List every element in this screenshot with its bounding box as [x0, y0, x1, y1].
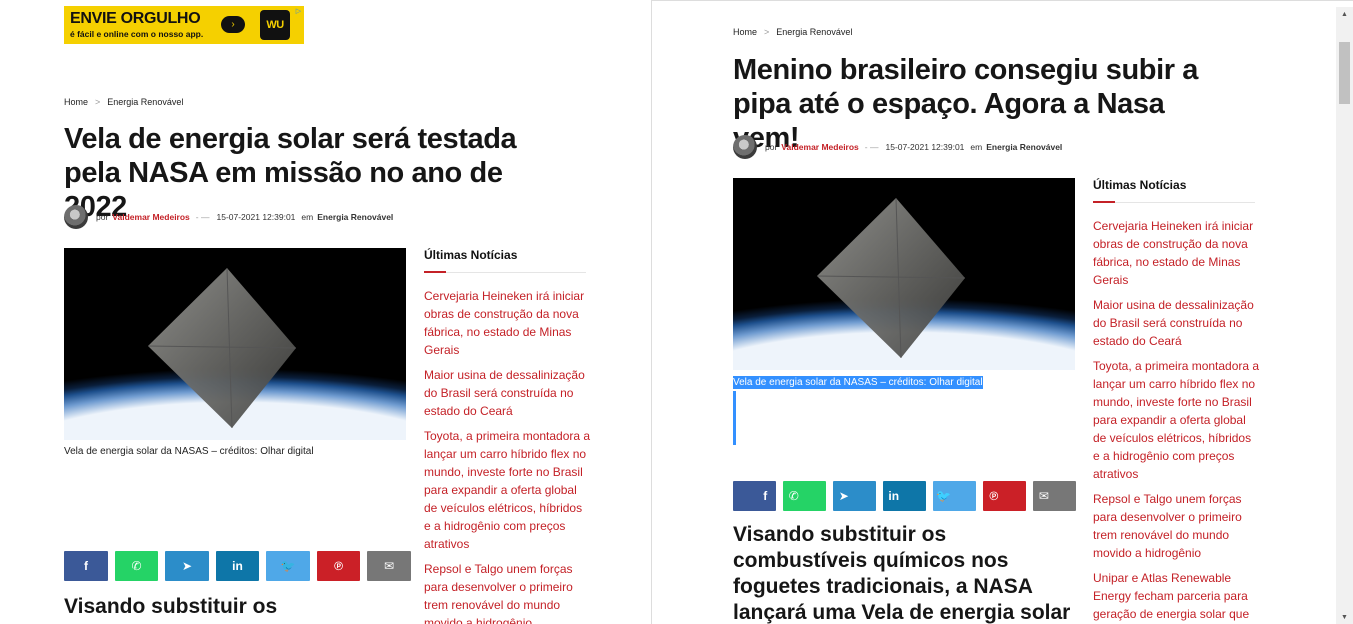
- news-item[interactable]: Maior usina de dessalinização do Brasil …: [1093, 296, 1261, 350]
- facebook-icon: [733, 481, 755, 511]
- linkedin-icon: in: [888, 489, 900, 503]
- breadcrumb-category[interactable]: Energia Renovável: [107, 97, 183, 107]
- meta-by: por: [765, 142, 778, 152]
- latest-news-divider: [1093, 201, 1255, 203]
- meta-dash: - —: [864, 142, 879, 152]
- whatsapp-icon: ✆: [131, 559, 142, 573]
- share-linkedin-button[interactable]: in: [216, 551, 259, 581]
- share-telegram-button[interactable]: ➤: [165, 551, 209, 581]
- whatsapp-icon: ✆: [788, 489, 799, 503]
- article-hero-image: [64, 248, 406, 440]
- latest-news-title: Últimas Notícias: [424, 248, 518, 262]
- article-subheading: Visando substituir os combustíveis quími…: [733, 523, 1071, 624]
- vertical-scrollbar[interactable]: ▲ ▼: [1336, 7, 1353, 624]
- meta-category-link[interactable]: Energia Renovável: [317, 212, 393, 222]
- article-subheading: Visando substituir os: [64, 595, 278, 618]
- share-buttons: f ✆ ➤ in 🐦 ℗ ✉: [64, 551, 411, 581]
- share-twitter-button[interactable]: 🐦: [933, 481, 976, 511]
- linkedin-icon: in: [232, 559, 243, 573]
- share-pinterest-button[interactable]: ℗: [983, 481, 1026, 511]
- meta-date: 15-07-2021 12:39:01: [885, 142, 965, 152]
- left-article-pane: ENVIE ORGULHO é fácil e online com o nos…: [0, 0, 651, 624]
- share-email-button[interactable]: ✉: [1033, 481, 1076, 511]
- article-meta: por Valdemar Medeiros - — 15-07-2021 12:…: [733, 135, 1062, 159]
- image-caption: Vela de energia solar da NASAS – crédito…: [733, 376, 983, 389]
- scroll-down-icon[interactable]: ▼: [1336, 610, 1353, 624]
- twitter-icon: 🐦: [936, 489, 952, 503]
- news-item[interactable]: Toyota, a primeira montadora a lançar um…: [1093, 357, 1261, 483]
- pinterest-icon: ℗: [334, 559, 343, 573]
- solar-sail-image: [733, 178, 1075, 370]
- breadcrumb-home[interactable]: Home: [733, 27, 757, 37]
- solar-sail-image: [64, 248, 406, 440]
- article-meta: por Valdemar Medeiros - — 15-07-2021 12:…: [64, 205, 393, 229]
- ad-title: ENVIE ORGULHO: [70, 10, 201, 27]
- author-link[interactable]: Valdemar Medeiros: [781, 142, 858, 152]
- facebook-icon: f: [84, 559, 88, 573]
- ad-subtitle: é fácil e online com o nosso app.: [70, 29, 204, 39]
- meta-dash: - —: [195, 212, 210, 222]
- share-facebook-button[interactable]: f: [64, 551, 108, 581]
- scroll-up-icon[interactable]: ▲: [1336, 7, 1353, 22]
- share-email-button[interactable]: ✉: [367, 551, 411, 581]
- ad-arrow-icon[interactable]: ›: [221, 16, 245, 33]
- latest-news-list: Cervejaria Heineken irá iniciar obras de…: [424, 287, 592, 624]
- meta-in: em: [301, 212, 314, 222]
- breadcrumb-home[interactable]: Home: [64, 97, 88, 107]
- share-whatsapp-button[interactable]: ✆: [783, 481, 826, 511]
- share-telegram-button[interactable]: ➤: [833, 481, 876, 511]
- breadcrumb-separator: >: [95, 97, 101, 107]
- news-item[interactable]: Repsol e Talgo unem forças para desenvol…: [1093, 490, 1261, 562]
- telegram-icon: ➤: [181, 559, 193, 573]
- email-icon: ✉: [1038, 489, 1049, 503]
- share-buttons: f ✆ ➤ in 🐦 ℗ ✉: [733, 481, 1076, 511]
- breadcrumb: Home > Energia Renovável: [64, 97, 183, 107]
- text-selection-highlight: [733, 391, 736, 445]
- breadcrumb: Home > Energia Renovável: [733, 27, 852, 37]
- breadcrumb-category[interactable]: Energia Renovável: [776, 27, 852, 37]
- article-hero-image: [733, 178, 1075, 370]
- latest-news-title: Últimas Notícias: [1093, 178, 1187, 192]
- breadcrumb-separator: >: [764, 27, 770, 37]
- meta-category-link[interactable]: Energia Renovável: [986, 142, 1062, 152]
- meta-by: por: [96, 212, 109, 222]
- news-item[interactable]: Maior usina de dessalinização do Brasil …: [424, 366, 592, 420]
- author-link[interactable]: Valdemar Medeiros: [112, 212, 189, 222]
- scroll-thumb[interactable]: [1339, 42, 1350, 104]
- telegram-icon: ➤: [838, 489, 849, 503]
- meta-date: 15-07-2021 12:39:01: [216, 212, 296, 222]
- latest-news-divider: [424, 271, 586, 273]
- author-avatar[interactable]: [64, 205, 88, 229]
- share-facebook-button[interactable]: f: [733, 481, 776, 511]
- share-twitter-button[interactable]: 🐦: [266, 551, 310, 581]
- image-caption: Vela de energia solar da NASAS – crédito…: [64, 446, 314, 457]
- ad-choices-icon[interactable]: ▷: [294, 7, 303, 16]
- pinterest-icon: ℗: [989, 489, 999, 503]
- news-item[interactable]: Cervejaria Heineken irá iniciar obras de…: [1093, 217, 1261, 289]
- meta-in: em: [970, 142, 983, 152]
- twitter-icon: 🐦: [280, 559, 296, 573]
- ad-logo: WU: [260, 10, 290, 40]
- author-avatar[interactable]: [733, 135, 757, 159]
- news-item[interactable]: Unipar e Atlas Renewable Energy fecham p…: [1093, 569, 1261, 623]
- news-item[interactable]: Toyota, a primeira montadora a lançar um…: [424, 427, 592, 553]
- email-icon: ✉: [383, 559, 395, 573]
- share-linkedin-button[interactable]: in: [883, 481, 926, 511]
- ad-banner[interactable]: ENVIE ORGULHO é fácil e online com o nos…: [64, 6, 304, 44]
- latest-news-list: Cervejaria Heineken irá iniciar obras de…: [1093, 217, 1261, 624]
- share-pinterest-button[interactable]: ℗: [317, 551, 360, 581]
- right-article-pane: Home > Energia Renovável Menino brasileiro…: [651, 0, 1353, 624]
- share-whatsapp-button[interactable]: ✆: [115, 551, 158, 581]
- news-item[interactable]: Repsol e Talgo unem forças para desenvol…: [424, 560, 592, 624]
- news-item[interactable]: Cervejaria Heineken irá iniciar obras de…: [424, 287, 592, 359]
